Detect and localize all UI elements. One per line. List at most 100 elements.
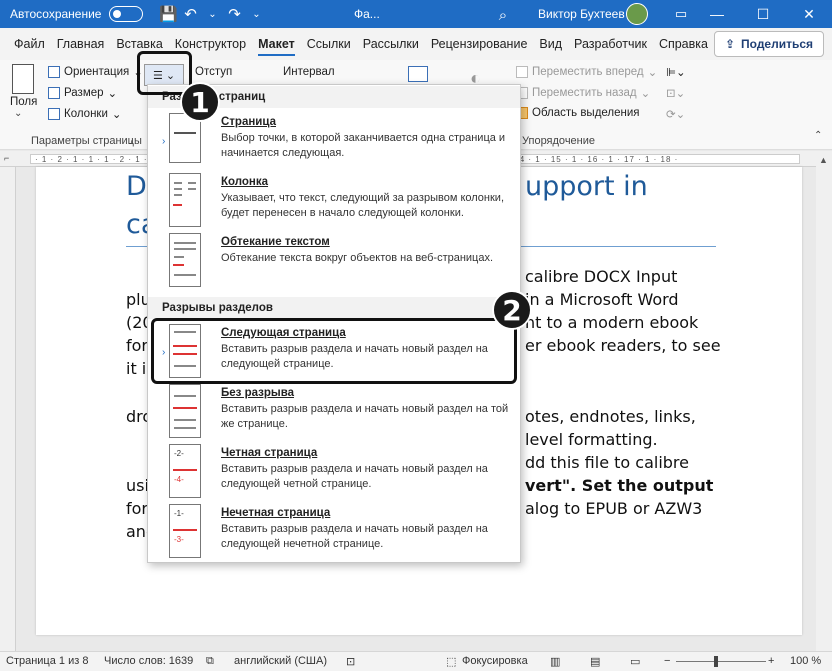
zoom-in-icon[interactable]: + xyxy=(768,655,774,667)
size-icon xyxy=(48,87,60,99)
item-title: Нечетная страница xyxy=(221,507,331,519)
user-name[interactable]: Виктор Бухтеев xyxy=(538,7,625,21)
orientation-button[interactable]: Ориентация ⌄ xyxy=(48,65,143,79)
align-button[interactable]: ⊫⌄ xyxy=(666,65,686,79)
focus-icon[interactable]: ⬚ xyxy=(446,655,456,668)
zoom-out-icon[interactable]: − xyxy=(664,655,670,667)
tab-file[interactable]: Файл xyxy=(8,28,51,60)
language-status[interactable]: английский (США) xyxy=(234,655,327,667)
group-button[interactable]: ⊡⌄ xyxy=(666,86,685,100)
web-layout-icon[interactable]: ▭ xyxy=(630,655,640,668)
search-icon[interactable]: ⌕ xyxy=(492,4,514,26)
autosave-label: Автосохранение xyxy=(10,7,102,21)
focus-mode[interactable]: Фокусировка xyxy=(462,655,528,667)
vertical-scrollbar[interactable]: ▲ xyxy=(816,151,832,651)
doc-line-right: nt to a modern ebook xyxy=(525,313,699,332)
autosave-toggle[interactable] xyxy=(109,6,144,22)
menu-item-text-wrapping[interactable]: Обтекание текстом Обтекание текста вокру… xyxy=(148,230,520,290)
step-one-badge: 1 xyxy=(180,82,220,122)
chevron-right-icon: › xyxy=(162,136,166,147)
undo-dropdown-icon[interactable]: ⌄ xyxy=(201,3,223,25)
share-button[interactable]: ⇪ Поделиться xyxy=(714,31,824,57)
size-button[interactable]: Размер ⌄ xyxy=(48,86,117,100)
size-label: Размер xyxy=(64,87,104,99)
save-icon[interactable]: 💾 xyxy=(157,3,179,25)
item-description: Вставить разрыв раздела и начать новый р… xyxy=(221,523,488,550)
collapse-ribbon-icon[interactable]: ⌃ xyxy=(814,130,822,141)
tab-references[interactable]: Ссылки xyxy=(301,28,357,60)
arrange-group-label: Упорядочение xyxy=(522,135,595,147)
minimize-button[interactable]: — xyxy=(694,0,740,28)
zoom-level[interactable]: 100 % xyxy=(790,655,821,667)
columns-button[interactable]: Колонки ⌄ xyxy=(48,107,122,121)
doc-line-left: for xyxy=(126,499,148,518)
share-icon: ⇪ xyxy=(724,37,736,51)
send-backward-button[interactable]: Переместить назад ⌄ xyxy=(516,86,650,100)
align-icon: ⊫⌄ xyxy=(666,67,686,79)
tab-selector-icon[interactable]: ⌐ xyxy=(4,153,9,163)
bring-forward-icon xyxy=(516,66,528,78)
customize-toolbar-icon[interactable]: ⌄ xyxy=(245,3,267,25)
tab-help[interactable]: Справка xyxy=(653,28,714,60)
ribbon-tabs: Файл Главная Вставка Конструктор Макет С… xyxy=(0,28,832,60)
indent-label: Отступ xyxy=(195,66,232,78)
redo-icon[interactable]: ↷ xyxy=(223,3,245,25)
menu-item-continuous[interactable]: Без разрыва Вставить разрыв раздела и на… xyxy=(148,381,520,441)
menu-item-column-break[interactable]: Колонка Указывает, что текст, следующий … xyxy=(148,170,520,230)
section-breaks-section-header: Разрывы разделов xyxy=(148,297,520,319)
tab-view[interactable]: Вид xyxy=(533,28,568,60)
read-mode-icon[interactable]: ▥ xyxy=(550,655,560,668)
maximize-button[interactable]: ☐ xyxy=(740,0,786,28)
share-label: Поделиться xyxy=(741,37,814,51)
undo-icon[interactable]: ↶ xyxy=(179,3,201,25)
ribbon-display-icon[interactable]: ▭ xyxy=(670,3,692,25)
tab-home[interactable]: Главная xyxy=(51,28,111,60)
print-layout-icon[interactable]: ▤ xyxy=(590,655,600,668)
rotate-button[interactable]: ⟳⌄ xyxy=(666,107,685,121)
item-description: Вставить разрыв раздела и начать новый р… xyxy=(221,463,488,490)
doc-line-right: vert". Set the output xyxy=(525,476,714,495)
tab-review[interactable]: Рецензирование xyxy=(425,28,534,60)
odd-page-break-icon: -1- -3- xyxy=(169,504,201,558)
item-description: Обтекание текста вокруг объектов на веб-… xyxy=(221,252,494,264)
avatar[interactable] xyxy=(626,3,648,25)
doc-heading-left-1: D xyxy=(126,171,147,202)
selection-pane-button[interactable]: Область выделения xyxy=(516,107,640,119)
margins-icon[interactable] xyxy=(12,64,34,94)
tab-mailings[interactable]: Рассылки xyxy=(357,28,425,60)
bring-forward-button[interactable]: Переместить вперед ⌄ xyxy=(516,65,657,79)
item-description: Указывает, что текст, следующий за разры… xyxy=(221,192,505,219)
tab-layout[interactable]: Макет xyxy=(252,28,301,60)
menu-item-odd-page[interactable]: -1- -3- Нечетная страница Вставить разры… xyxy=(148,501,520,561)
document-name[interactable]: Фа... xyxy=(354,7,380,21)
word-count[interactable]: Число слов: 1639 xyxy=(104,655,193,667)
zoom-slider[interactable] xyxy=(676,661,766,662)
doc-line-right: dd this file to calibre xyxy=(525,453,689,472)
collapse-icon[interactable]: ⌄ xyxy=(14,108,22,119)
doc-line-right: er ebook readers, to see xyxy=(525,336,721,355)
window-controls: — ☐ ✕ xyxy=(694,0,832,28)
rotate-icon: ⟳⌄ xyxy=(666,109,686,121)
page-count[interactable]: Страница 1 из 8 xyxy=(6,655,88,667)
doc-line-right: level formatting. xyxy=(525,430,658,449)
scroll-up-icon[interactable]: ▲ xyxy=(819,155,828,165)
selection-pane-label: Область выделения xyxy=(532,107,640,119)
item-title: Колонка xyxy=(221,176,269,188)
tab-developer[interactable]: Разработчик xyxy=(568,28,653,60)
orientation-icon xyxy=(48,66,60,78)
close-button[interactable]: ✕ xyxy=(786,0,832,28)
group-icon: ⊡⌄ xyxy=(666,88,686,100)
chevron-down-icon: ⌄ xyxy=(640,88,651,100)
bring-forward-label: Переместить вперед xyxy=(532,66,644,78)
position-icon[interactable] xyxy=(408,66,428,82)
margins-label[interactable]: Поля xyxy=(10,96,37,108)
position-icon-box xyxy=(408,66,428,82)
proofing-icon[interactable]: ⧉ xyxy=(206,655,214,668)
columns-label: Колонки xyxy=(64,108,108,120)
page-setup-launcher-icon[interactable]: ⌟ xyxy=(128,135,133,146)
zoom-slider-thumb[interactable] xyxy=(714,656,718,667)
accessibility-icon[interactable]: ⊡ xyxy=(346,655,355,668)
vertical-ruler[interactable] xyxy=(0,167,16,651)
doc-line-right: alog to EPUB or AZW3 xyxy=(525,499,703,518)
menu-item-even-page[interactable]: -2- -4- Четная страница Вставить разрыв … xyxy=(148,441,520,501)
